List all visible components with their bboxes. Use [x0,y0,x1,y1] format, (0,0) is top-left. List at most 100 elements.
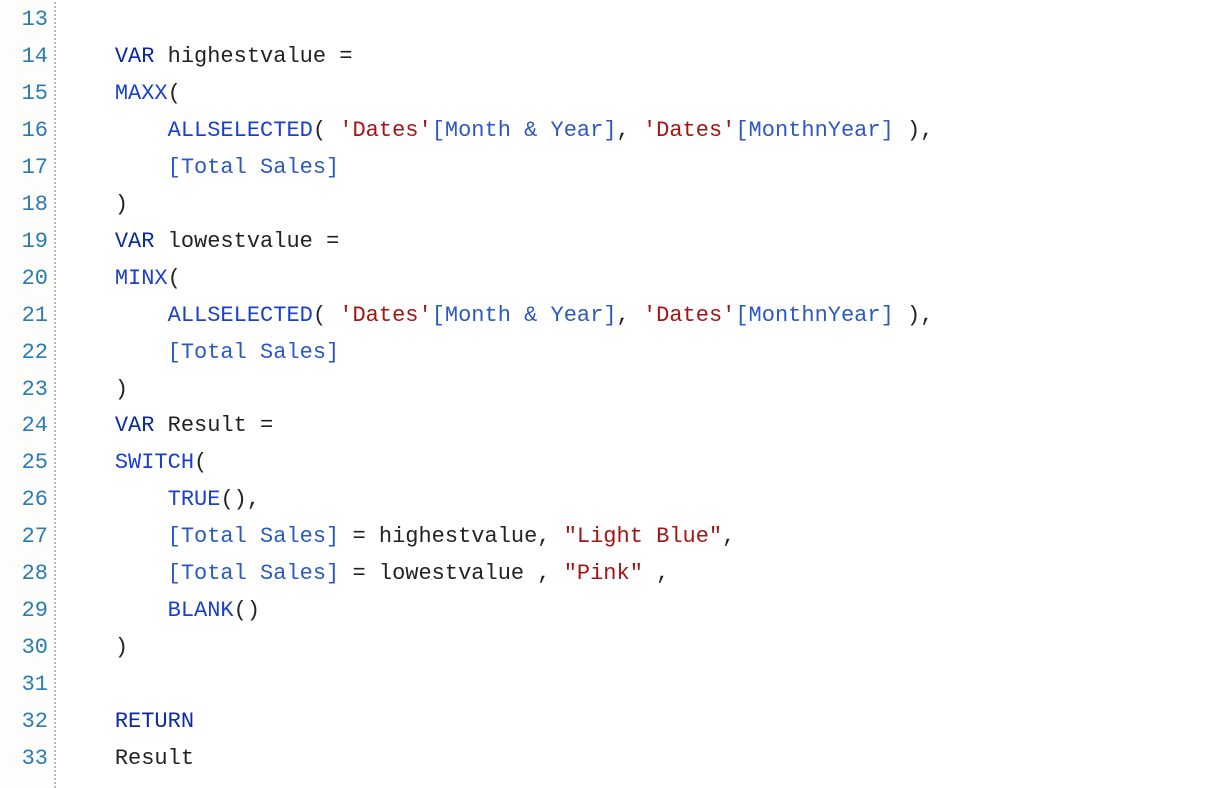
code-line[interactable]: ) [62,187,1210,224]
code-token: Result [115,746,194,771]
code-line[interactable]: [Total Sales] = lowestvalue , "Pink" , [62,556,1210,593]
code-token: , [643,561,669,586]
code-token: RETURN [115,709,194,734]
line-number-gutter: 1314151617181920212223242526272829303132… [0,2,56,788]
code-token [62,44,115,69]
line-number: 20 [0,261,48,298]
code-token [62,413,115,438]
code-token: [Total Sales] [168,340,340,365]
code-token [62,709,115,734]
code-line[interactable]: ) [62,630,1210,667]
code-token [62,524,168,549]
code-token: , [722,524,735,549]
code-line[interactable]: VAR highestvalue = [62,39,1210,76]
code-line[interactable]: [Total Sales] [62,150,1210,187]
code-token: "Pink" [564,561,643,586]
code-token [62,155,168,180]
code-token: [Total Sales] [168,561,340,586]
line-number: 28 [0,556,48,593]
code-token: (), [220,487,260,512]
line-number: 21 [0,298,48,335]
code-token: = highestvalue, [339,524,563,549]
code-token: ) [115,635,128,660]
code-token [62,561,168,586]
code-token: VAR [115,229,155,254]
code-line[interactable]: TRUE(), [62,482,1210,519]
code-token [62,377,115,402]
code-token: "Light Blue" [564,524,722,549]
code-line[interactable] [62,2,1210,39]
code-line[interactable] [62,667,1210,704]
code-editor: 1314151617181920212223242526272829303132… [0,0,1210,788]
code-token: ) [115,377,128,402]
code-line[interactable]: SWITCH( [62,445,1210,482]
code-token: VAR [115,44,155,69]
line-number: 13 [0,2,48,39]
code-line[interactable]: RETURN [62,704,1210,741]
line-number: 14 [0,39,48,76]
code-token: ( [313,118,339,143]
code-line[interactable]: ALLSELECTED( 'Dates'[Month & Year], 'Dat… [62,113,1210,150]
code-token [62,635,115,660]
code-token: = [326,229,339,254]
code-token: [Month & Year] [432,303,617,328]
code-line[interactable]: [Total Sales] [62,335,1210,372]
code-token: [Total Sales] [168,155,340,180]
code-line[interactable]: MAXX( [62,76,1210,113]
code-line[interactable]: [Total Sales] = highestvalue, "Light Blu… [62,519,1210,556]
code-token: = [260,413,273,438]
code-token: [Month & Year] [432,118,617,143]
code-token [62,340,168,365]
code-token: ( [168,81,181,106]
code-token [62,118,168,143]
code-token: highestvalue [154,44,339,69]
line-number: 31 [0,667,48,704]
code-line[interactable]: ALLSELECTED( 'Dates'[Month & Year], 'Dat… [62,298,1210,335]
code-token [62,746,115,771]
code-line[interactable]: MINX( [62,261,1210,298]
code-token: 'Dates' [643,303,735,328]
code-token: lowestvalue [154,229,326,254]
code-token: = [339,44,352,69]
code-token: BLANK [168,598,234,623]
code-token: [Total Sales] [168,524,340,549]
code-token: ( [168,266,181,291]
code-token: [MonthnYear] [735,303,893,328]
code-token: ( [313,303,339,328]
code-line[interactable]: Result [62,741,1210,778]
line-number: 33 [0,741,48,778]
line-number: 32 [0,704,48,741]
code-token: MINX [115,266,168,291]
code-token: ( [194,450,207,475]
code-token: ) [115,192,128,217]
line-number: 26 [0,482,48,519]
line-number: 17 [0,150,48,187]
line-number: 29 [0,593,48,630]
code-token: = lowestvalue , [339,561,563,586]
line-number: 16 [0,113,48,150]
code-token [62,266,115,291]
code-token [62,450,115,475]
code-token: MAXX [115,81,168,106]
code-token: ALLSELECTED [168,118,313,143]
code-token: , [617,118,643,143]
code-token: 'Dates' [339,303,431,328]
code-area[interactable]: VAR highestvalue = MAXX( ALLSELECTED( 'D… [56,2,1210,788]
code-token: 'Dates' [643,118,735,143]
line-number: 18 [0,187,48,224]
code-line[interactable]: BLANK() [62,593,1210,630]
code-token [62,487,168,512]
code-token [62,192,115,217]
code-line[interactable]: VAR lowestvalue = [62,224,1210,261]
line-number: 30 [0,630,48,667]
code-line[interactable]: ) [62,372,1210,409]
code-token: ), [894,118,934,143]
code-token: [MonthnYear] [735,118,893,143]
line-number: 15 [0,76,48,113]
code-token: Result [154,413,260,438]
code-token: ), [894,303,934,328]
code-token: TRUE [168,487,221,512]
code-line[interactable]: VAR Result = [62,408,1210,445]
line-number: 27 [0,519,48,556]
line-number: 23 [0,372,48,409]
